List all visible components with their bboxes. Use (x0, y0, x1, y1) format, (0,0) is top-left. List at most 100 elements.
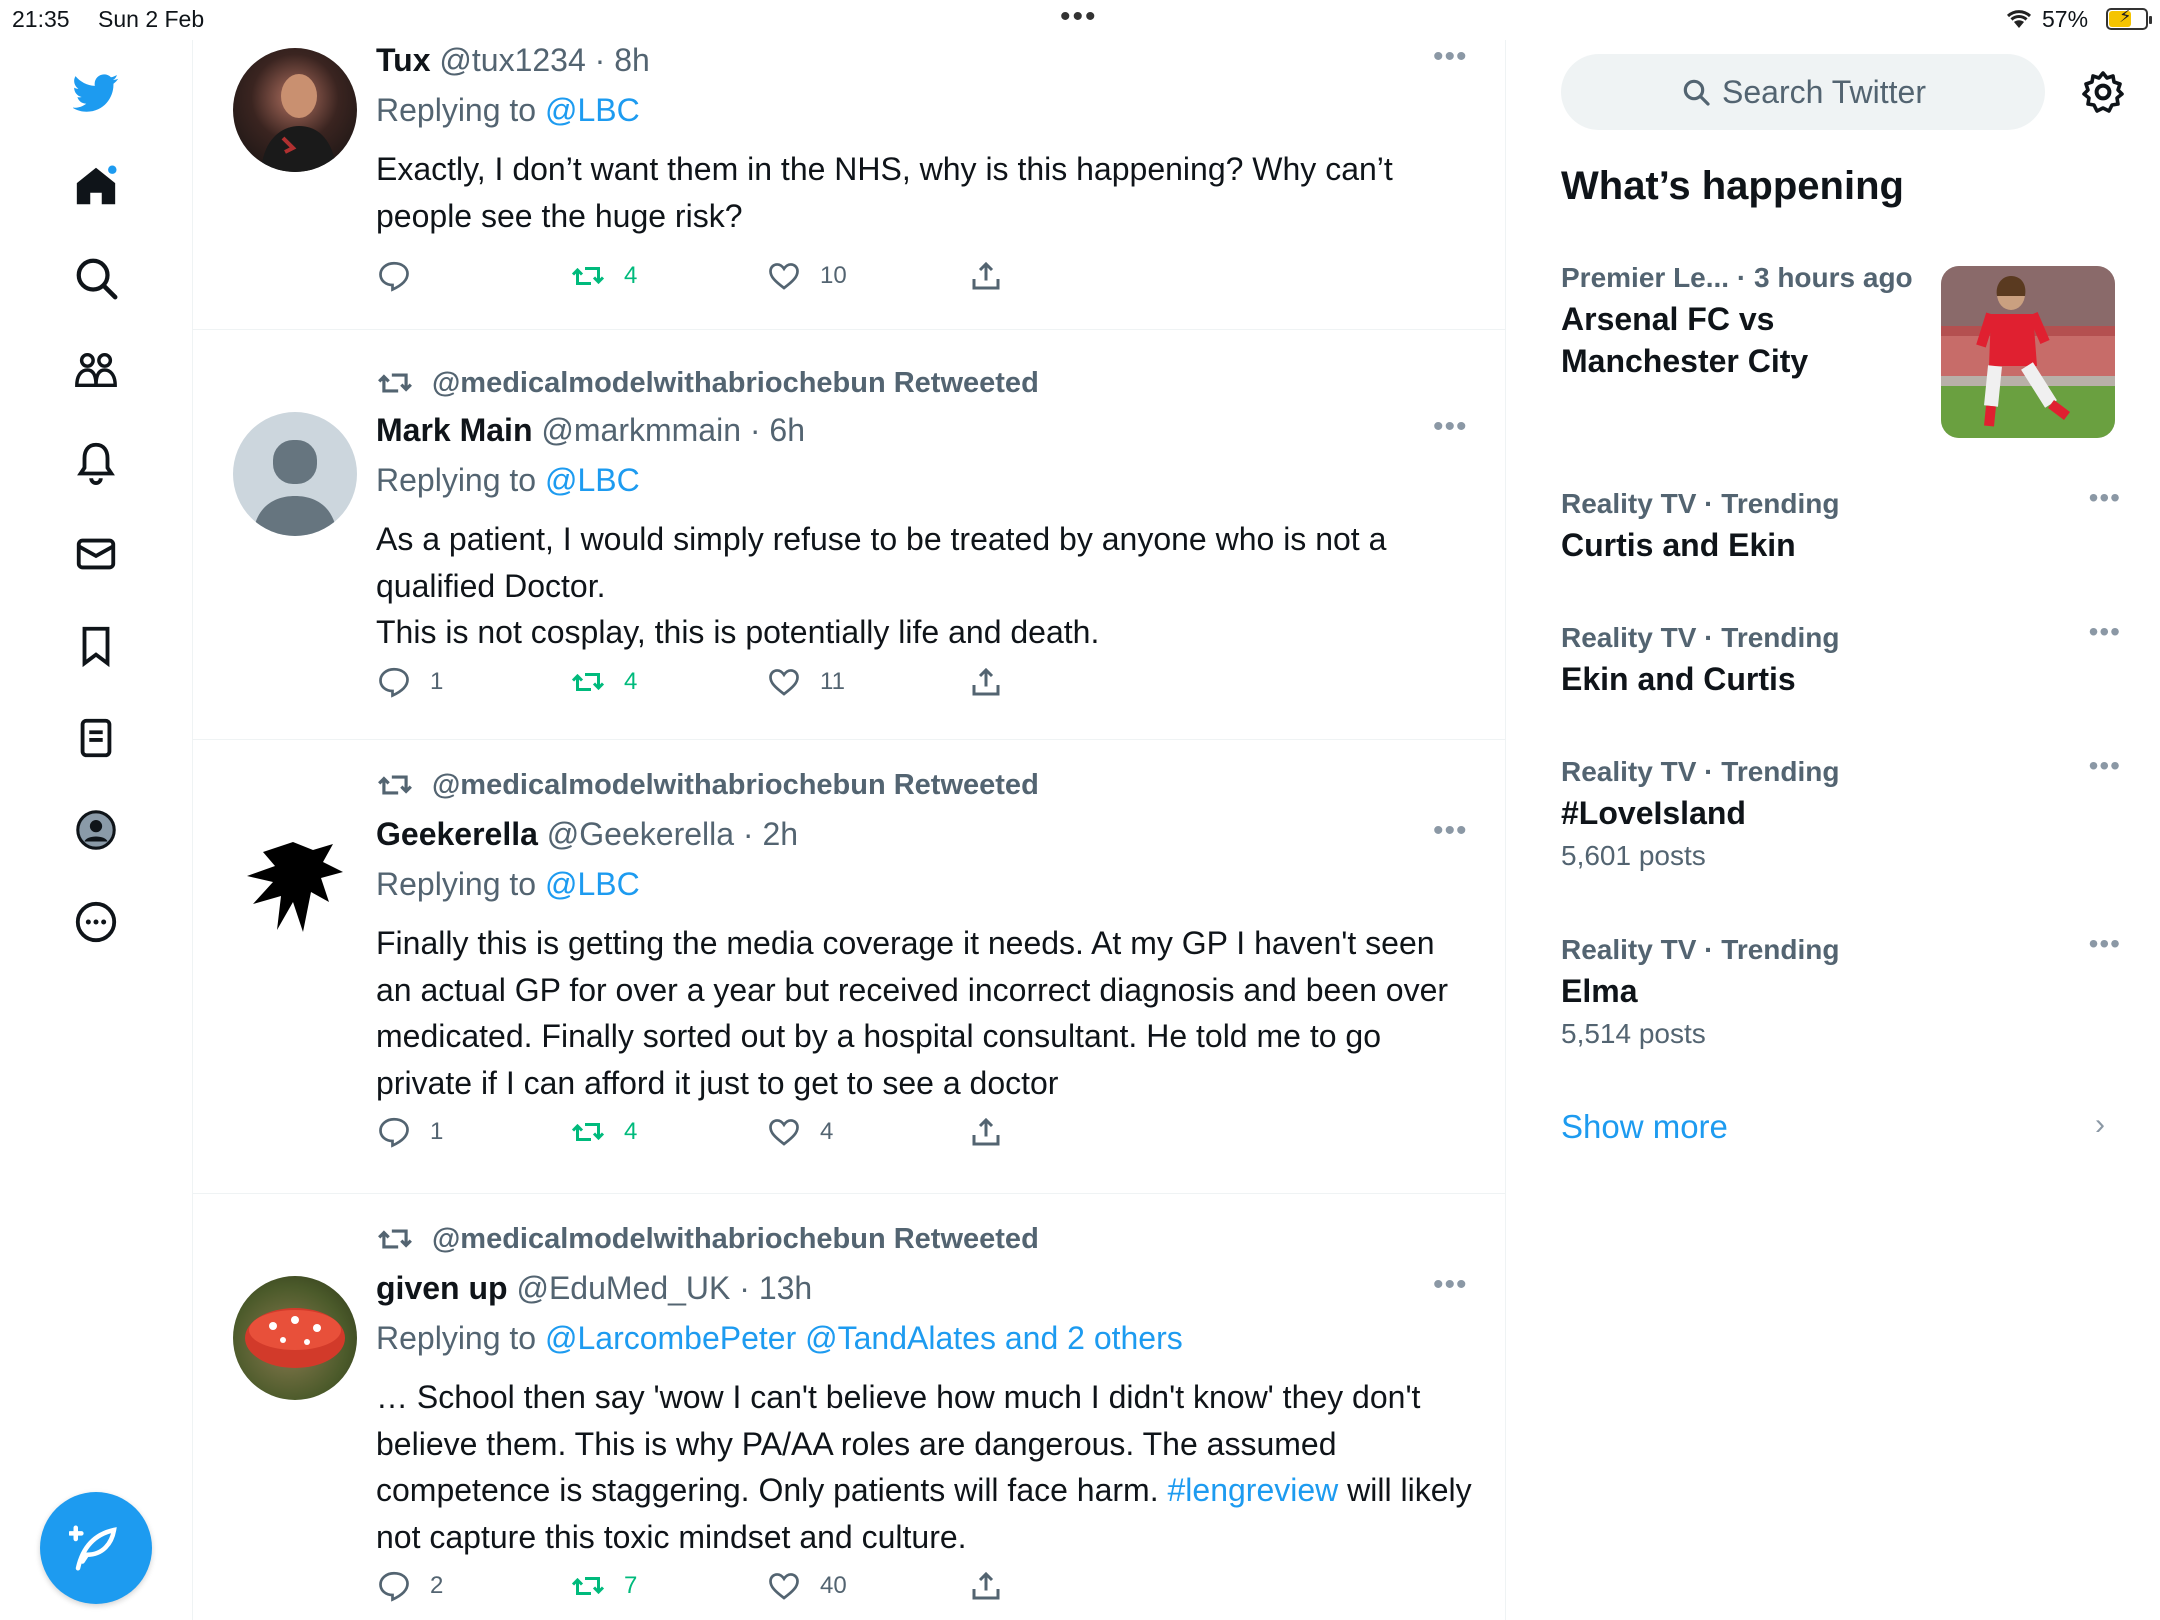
like-count: 40 (820, 1572, 847, 1599)
tweet-header: Tux @tux1234 · 8h (376, 42, 650, 79)
avatar[interactable] (233, 1276, 357, 1400)
communities-icon[interactable] (72, 346, 120, 394)
lists-icon[interactable] (72, 714, 120, 762)
replying-to: Replying to @LBC (376, 92, 640, 129)
author-name[interactable]: Mark Main (376, 412, 532, 448)
compose-tweet-button[interactable] (40, 1492, 152, 1604)
trend-thumbnail[interactable] (1941, 266, 2115, 438)
share-icon (972, 1571, 1000, 1600)
avatar[interactable] (233, 822, 357, 946)
trend-context: Reality TV · Trending (1561, 934, 2121, 966)
tweet[interactable]: Tux @tux1234 · 8h ••• Replying to @LBC E… (193, 40, 1505, 330)
status-time: 21:35 (12, 6, 70, 32)
avatar[interactable] (233, 48, 357, 172)
retweet-count: 4 (624, 262, 638, 289)
trend-title: #LoveIsland (1561, 795, 1746, 831)
avatar[interactable] (233, 412, 357, 536)
share-button[interactable] (968, 664, 1022, 700)
share-button[interactable] (968, 1568, 1022, 1604)
author-handle-time[interactable]: @EduMed_UK · 13h (516, 1270, 812, 1306)
author-name[interactable]: Geekerella (376, 816, 538, 852)
tweet-text: As a patient, I would simply refuse to b… (376, 521, 1387, 650)
retweeted-by-label[interactable]: @medicalmodelwithabriochebun Retweeted (432, 769, 1039, 802)
trend-context: Reality TV · Trending (1561, 488, 2121, 520)
retweet-count: 4 (624, 668, 638, 695)
author-handle-time[interactable]: @markmmain · 6h (541, 412, 805, 448)
hashtag-link[interactable]: #lengreview (1167, 1472, 1338, 1508)
author-handle-time[interactable]: @Geekerella · 2h (547, 816, 798, 852)
tweet-actions: 1 4 11 (376, 664, 1076, 704)
reply-icon (379, 261, 409, 292)
bookmarks-icon[interactable] (72, 622, 120, 670)
retweet-button[interactable]: 4 (570, 258, 637, 294)
left-nav (0, 40, 193, 1620)
reply-button[interactable]: 1 (376, 664, 443, 700)
trend-context-text: Reality TV · Trending (1561, 934, 1840, 965)
retweeted-by-label[interactable]: @medicalmodelwithabriochebun Retweeted (432, 367, 1039, 400)
retweet-indicator-icon (378, 373, 412, 393)
replying-to-link[interactable]: @LBC (545, 92, 640, 128)
trend-item[interactable]: Reality TV · Trending Ekin and Curtis ••… (1561, 616, 2121, 700)
like-button[interactable]: 40 (766, 1568, 847, 1604)
retweet-button[interactable]: 4 (570, 1114, 637, 1150)
more-options-icon[interactable]: ••• (1433, 40, 1468, 74)
multitasking-dots-icon[interactable]: ••• (1060, 0, 1098, 34)
more-icon[interactable] (72, 898, 120, 946)
tweet[interactable]: @medicalmodelwithabriochebun Retweeted G… (193, 740, 1505, 1194)
twitter-logo-icon[interactable] (72, 68, 120, 116)
trend-title: Ekin and Curtis (1561, 661, 1796, 697)
replying-to-link[interactable]: @LarcombePeter @TandAlates and 2 others (545, 1320, 1183, 1356)
trend-more-icon[interactable]: ••• (2089, 928, 2121, 960)
retweet-icon (571, 1123, 605, 1141)
like-button[interactable]: 10 (766, 258, 847, 294)
explore-icon[interactable] (72, 254, 120, 302)
tweet[interactable]: @medicalmodelwithabriochebun Retweeted g… (193, 1194, 1505, 1620)
reply-icon (379, 1571, 409, 1602)
more-options-icon[interactable]: ••• (1433, 814, 1468, 848)
profile-icon[interactable] (72, 806, 120, 854)
trend-item[interactable]: Reality TV · Trending Elma 5,514 posts •… (1561, 928, 2121, 1050)
trend-item[interactable]: Premier Le... · 3 hours ago Arsenal FC v… (1561, 262, 1941, 382)
search-input[interactable]: Search Twitter (1561, 54, 2045, 130)
retweet-button[interactable]: 7 (570, 1568, 637, 1604)
trend-more-icon[interactable]: ••• (2089, 750, 2121, 782)
search-icon (1683, 79, 1710, 106)
trend-context: Premier Le... · 3 hours ago (1561, 262, 1941, 294)
trend-item[interactable]: Reality TV · Trending Curtis and Ekin ••… (1561, 482, 2121, 566)
notifications-icon[interactable] (72, 438, 120, 486)
show-more-link[interactable]: Show more (1561, 1108, 1728, 1146)
home-icon[interactable] (72, 162, 120, 210)
tweet-actions: 2 7 40 (376, 1568, 1076, 1608)
retweet-button[interactable]: 4 (570, 664, 637, 700)
tweet-header: Geekerella @Geekerella · 2h (376, 816, 798, 853)
reply-button[interactable] (376, 258, 430, 294)
replying-to-link[interactable]: @LBC (545, 462, 640, 498)
tweet-header: Mark Main @markmmain · 6h (376, 412, 805, 449)
reply-button[interactable]: 1 (376, 1114, 443, 1150)
author-name[interactable]: Tux (376, 42, 431, 78)
share-button[interactable] (968, 1114, 1022, 1150)
retweet-icon (571, 267, 605, 285)
like-button[interactable]: 11 (766, 664, 845, 700)
share-button[interactable] (968, 258, 1022, 294)
replying-to-link[interactable]: @LBC (545, 866, 640, 902)
author-name[interactable]: given up (376, 1270, 508, 1306)
retweeted-by-label[interactable]: @medicalmodelwithabriochebun Retweeted (432, 1223, 1039, 1256)
messages-icon[interactable] (72, 530, 120, 578)
chevron-right-icon[interactable]: › (2095, 1108, 2105, 1142)
settings-gear-icon[interactable] (2079, 68, 2127, 116)
trend-item[interactable]: Reality TV · Trending #LoveIsland 5,601 … (1561, 750, 2121, 872)
tweet[interactable]: @medicalmodelwithabriochebun Retweeted M… (193, 330, 1505, 740)
trend-context: Reality TV · Trending (1561, 622, 2121, 654)
reply-button[interactable]: 2 (376, 1568, 443, 1604)
trend-context-text: Premier Le... · 3 hours ago (1561, 262, 1913, 293)
like-button[interactable]: 4 (766, 1114, 833, 1150)
tweet-text: … School then say 'wow I can't believe h… (376, 1374, 1476, 1560)
trend-more-icon[interactable]: ••• (2089, 616, 2121, 648)
share-icon (972, 1117, 1000, 1146)
more-options-icon[interactable]: ••• (1433, 1268, 1468, 1302)
author-handle-time[interactable]: @tux1234 · 8h (439, 42, 649, 78)
trend-more-icon[interactable]: ••• (2089, 482, 2121, 514)
more-options-icon[interactable]: ••• (1433, 410, 1468, 444)
timeline[interactable]: Tux @tux1234 · 8h ••• Replying to @LBC E… (193, 40, 1506, 1620)
